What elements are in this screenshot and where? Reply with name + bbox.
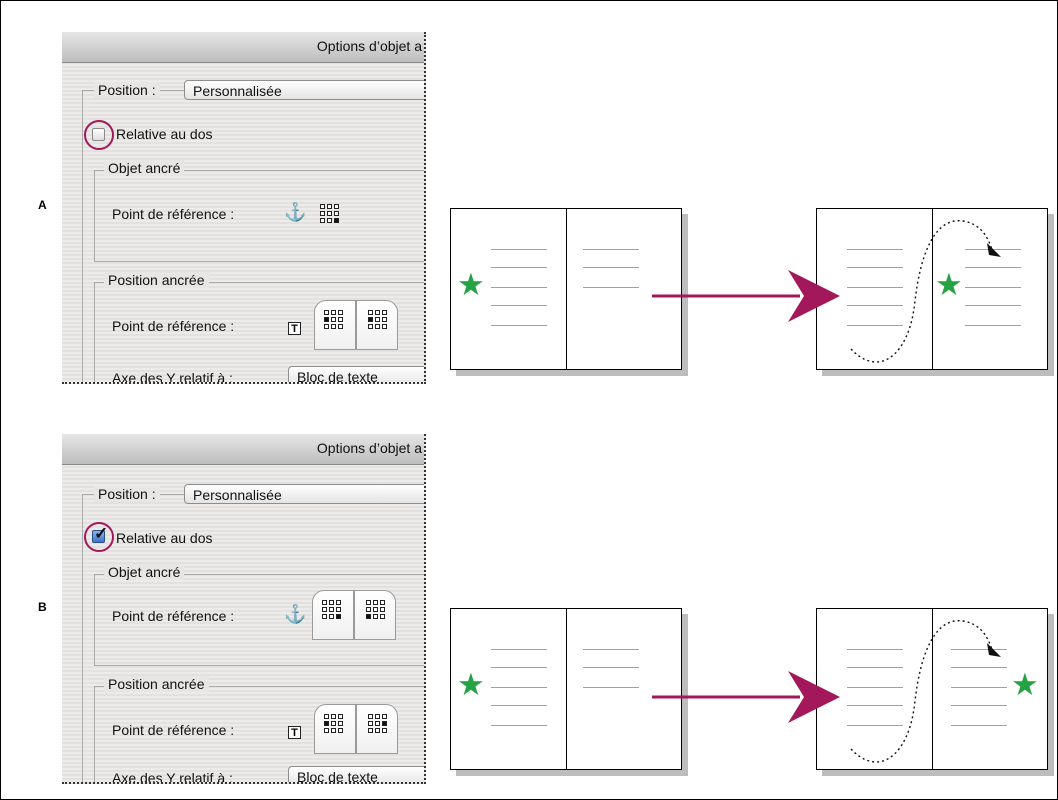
text-line [491, 705, 547, 706]
dotted-path-arrow-icon [850, 220, 1001, 363]
spread-anchored-object-icon[interactable] [310, 586, 400, 642]
right-page-reference-grid[interactable] [366, 600, 387, 621]
text-line [491, 287, 547, 288]
position-popup[interactable]: Personnalisée [184, 484, 424, 504]
anchored-position-label: Position ancrée [104, 272, 209, 288]
spine [566, 209, 567, 369]
dialog-titlebar: Options d’objet a [62, 32, 424, 63]
y-relative-label: Axe des Y relatif à : [112, 370, 233, 384]
spine [566, 609, 567, 769]
text-line [583, 267, 639, 268]
text-line [491, 649, 547, 650]
anchored-object-label: Objet ancré [104, 564, 185, 580]
text-line [583, 249, 639, 250]
left-page-reference-grid[interactable] [324, 310, 345, 331]
position-label: Position : [94, 82, 160, 98]
spread-after-a: ★ [816, 208, 1048, 370]
text-frame-icon: T [288, 322, 301, 335]
y-relative-label: Axe des Y relatif à : [112, 770, 233, 784]
right-page-reference-grid[interactable] [368, 310, 389, 331]
panel-a-label: A [38, 198, 47, 212]
text-line [583, 649, 639, 650]
anchored-object-reference-label: Point de référence : [112, 206, 235, 222]
relative-to-spine-label: Relative au dos [116, 530, 213, 546]
anchored-position-label: Position ancrée [104, 676, 209, 692]
text-line [491, 687, 547, 688]
text-line [491, 305, 547, 306]
dotted-path-arrow-icon [850, 620, 1001, 763]
text-line [491, 249, 547, 250]
text-line [583, 667, 639, 668]
text-frame-icon: T [288, 726, 301, 739]
anchored-object-options-dialog-a: Options d’objet a Position : Personnalis… [62, 32, 426, 384]
anchored-position-reference-label: Point de référence : [112, 722, 235, 738]
anchor-icon: ⚓ [284, 202, 307, 222]
position-popup[interactable]: Personnalisée [184, 80, 424, 100]
left-page-reference-grid[interactable] [322, 600, 343, 621]
right-page-reference-grid[interactable] [368, 714, 389, 735]
text-line [583, 287, 639, 288]
spread-before-b: ★ [450, 608, 682, 770]
dialog-title: Options d’objet a [316, 38, 422, 54]
relative-to-spine-label: Relative au dos [116, 126, 213, 142]
text-line [491, 725, 547, 726]
spread-reference-point-icon[interactable] [312, 296, 402, 352]
text-line [583, 687, 639, 688]
star-icon: ★ [457, 267, 485, 302]
dialog-title: Options d’objet a [316, 440, 422, 456]
spread-reference-point-icon[interactable] [312, 700, 402, 756]
spread-after-b: ★ [816, 608, 1048, 770]
left-page-reference-grid[interactable] [324, 714, 345, 735]
dialog-titlebar: Options d’objet a [62, 434, 424, 465]
star-icon: ★ [457, 667, 485, 702]
text-line [491, 667, 547, 668]
y-relative-popup[interactable]: Bloc de texte [288, 766, 424, 782]
y-relative-popup[interactable]: Bloc de texte [288, 366, 424, 382]
anchored-object-reference-grid[interactable] [320, 204, 341, 225]
position-label: Position : [94, 486, 160, 502]
anchored-position-reference-label: Point de référence : [112, 318, 235, 334]
panel-b-label: B [38, 600, 47, 614]
anchored-object-options-dialog-b: Options d’objet a Position : Personnalis… [62, 434, 426, 784]
highlight-circle [84, 522, 114, 552]
spread-before-a: ★ [450, 208, 682, 370]
text-line [491, 267, 547, 268]
highlight-circle [84, 120, 114, 150]
anchored-object-reference-label: Point de référence : [112, 608, 235, 624]
anchored-object-label: Objet ancré [104, 160, 185, 176]
text-line [491, 325, 547, 326]
anchor-icon: ⚓ [284, 604, 307, 624]
